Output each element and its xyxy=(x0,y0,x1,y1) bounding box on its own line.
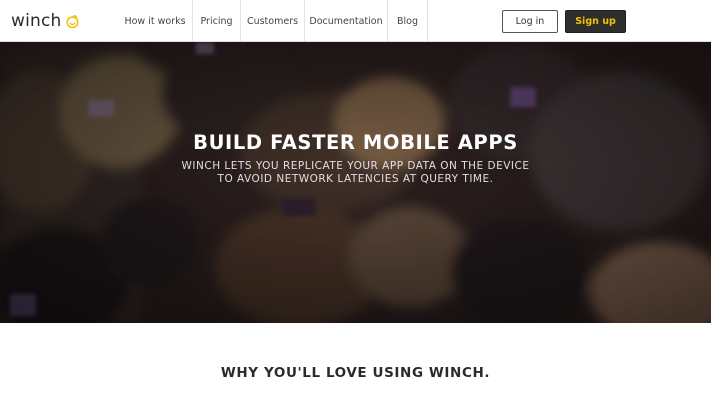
hero-section: BUILD FASTER MOBILE APPS WINCH LETS YOU … xyxy=(0,42,711,323)
signup-button[interactable]: Sign up xyxy=(565,10,626,33)
hero-subtitle-line-2: TO AVOID NETWORK LATENCIES AT QUERY TIME… xyxy=(217,173,494,185)
nav-pricing[interactable]: Pricing xyxy=(193,0,241,42)
features-title: WHY YOU'LL LOVE USING WINCH. xyxy=(220,365,491,381)
logo-text: winch xyxy=(11,11,62,31)
hero-subtitle-line-1: WINCH LETS YOU REPLICATE YOUR APP DATA O… xyxy=(181,160,530,172)
nav-customers[interactable]: Customers xyxy=(241,0,305,42)
main-nav: How it works Pricing Customers Documenta… xyxy=(118,0,428,42)
hero-subtitle: WINCH LETS YOU REPLICATE YOUR APP DATA O… xyxy=(0,160,711,186)
logo[interactable]: winch xyxy=(11,10,80,32)
nav-how-it-works[interactable]: How it works xyxy=(118,0,193,42)
nav-blog[interactable]: Blog xyxy=(388,0,428,42)
sun-swirl-icon xyxy=(66,14,79,28)
nav-documentation[interactable]: Documentation xyxy=(305,0,388,42)
hero-title: BUILD FASTER MOBILE APPS xyxy=(193,131,518,154)
login-button[interactable]: Log in xyxy=(502,10,558,33)
site-header: winch How it works Pricing Customers Doc… xyxy=(0,0,711,42)
